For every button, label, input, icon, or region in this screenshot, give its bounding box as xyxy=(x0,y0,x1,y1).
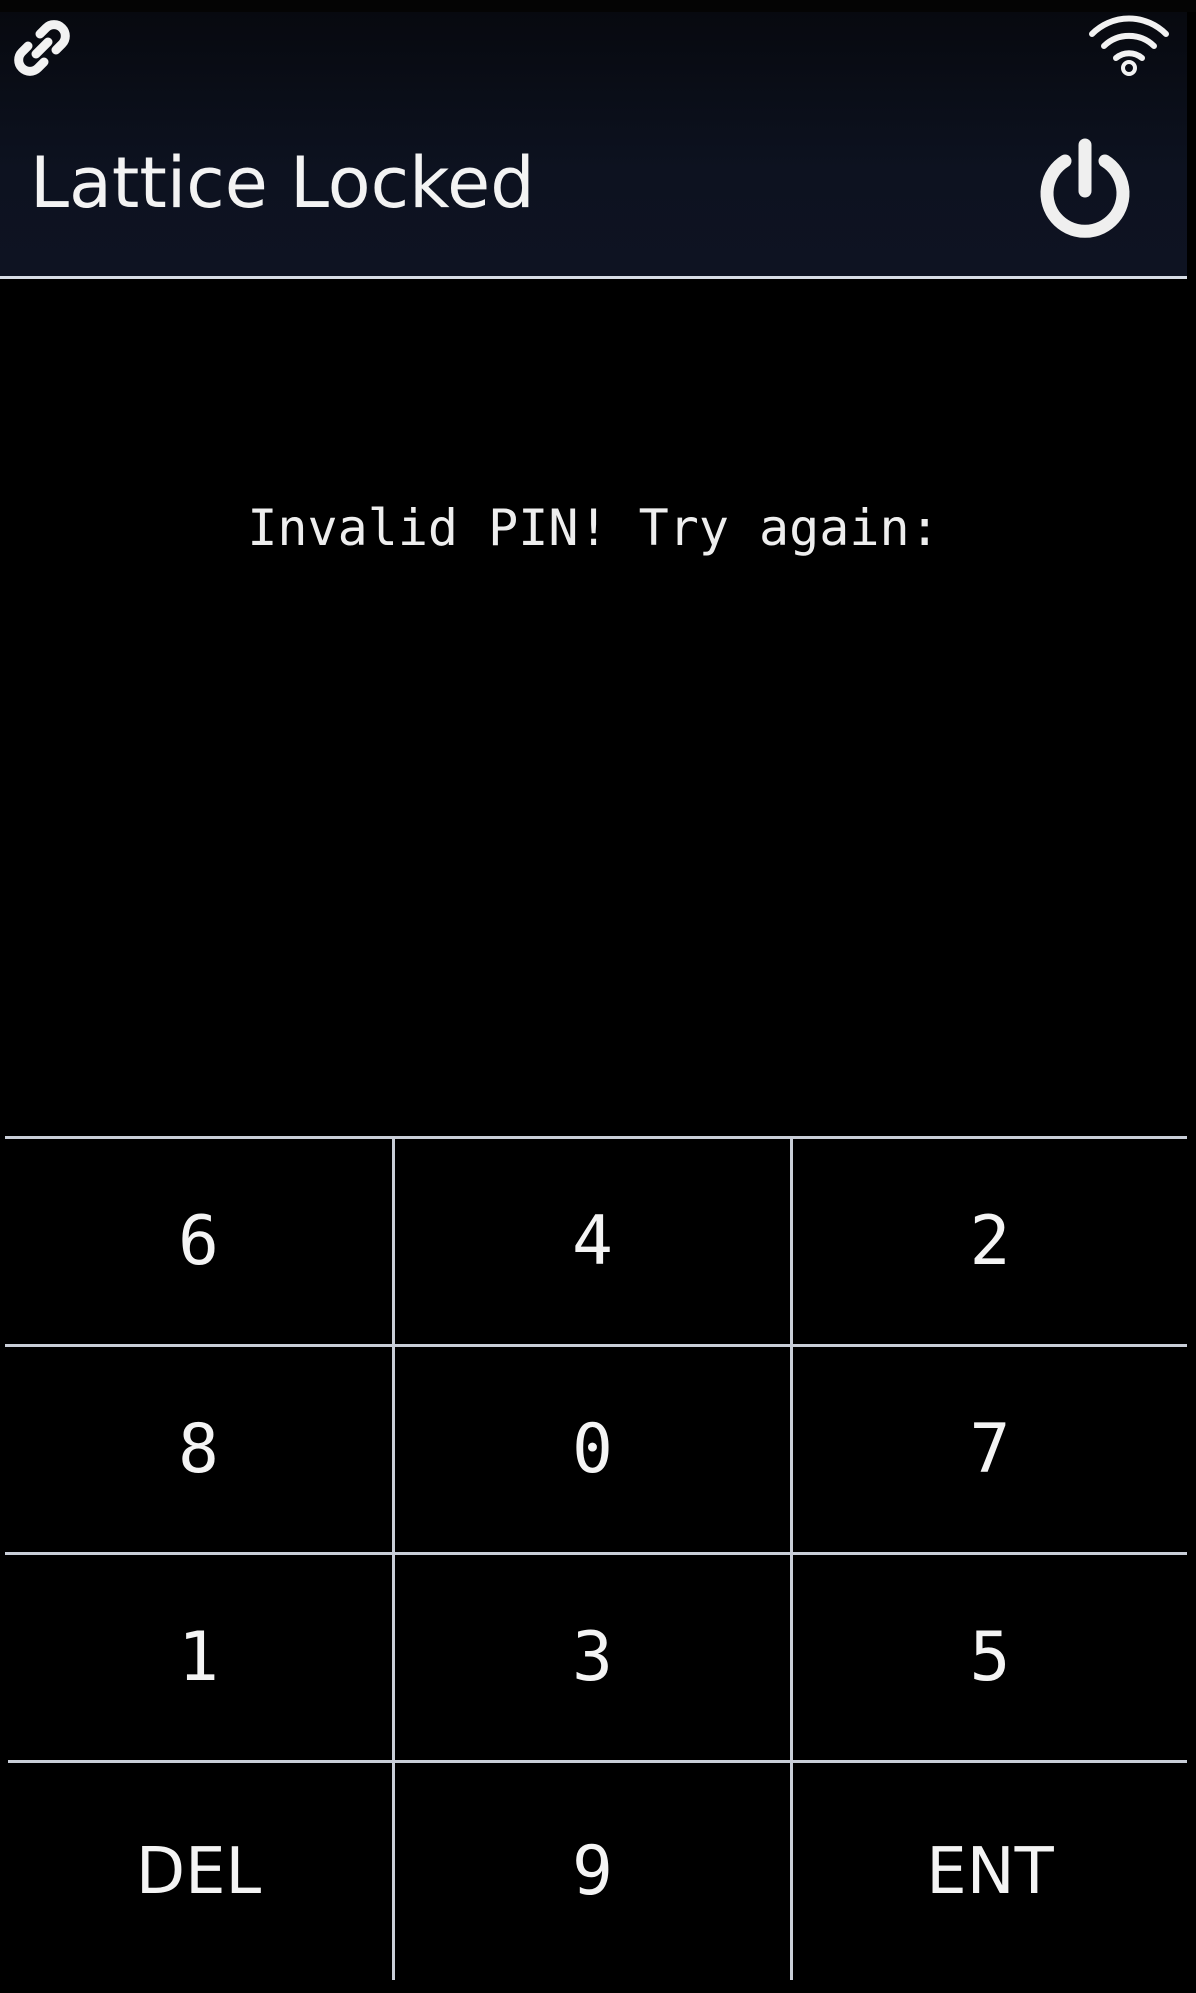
key-label: 6 xyxy=(178,1202,219,1281)
pin-status-message: Invalid PIN! Try again: xyxy=(247,499,940,557)
link-icon xyxy=(10,16,74,80)
delete-button[interactable]: DEL xyxy=(5,1763,392,1980)
pin-keypad: 6 4 2 8 0 7 1 3 5 DEL 9 ENT xyxy=(5,1136,1187,1980)
key-label: DEL xyxy=(135,1834,262,1909)
key-1[interactable]: 1 xyxy=(5,1555,392,1760)
key-5[interactable]: 5 xyxy=(793,1555,1187,1760)
key-label: 5 xyxy=(969,1618,1011,1697)
key-label: 9 xyxy=(572,1832,613,1911)
key-label: 1 xyxy=(178,1618,219,1697)
key-6[interactable]: 6 xyxy=(5,1139,392,1344)
header-divider xyxy=(0,276,1187,279)
key-7[interactable]: 7 xyxy=(793,1347,1187,1552)
enter-button[interactable]: ENT xyxy=(793,1763,1187,1980)
key-3[interactable]: 3 xyxy=(395,1555,790,1760)
key-label: 2 xyxy=(969,1202,1011,1281)
power-button[interactable] xyxy=(1032,135,1138,241)
key-4[interactable]: 4 xyxy=(395,1139,790,1344)
key-label: 4 xyxy=(572,1202,613,1281)
key-0[interactable]: 0 xyxy=(395,1347,790,1552)
top-bezel xyxy=(0,0,1196,12)
key-label: 8 xyxy=(178,1410,219,1489)
key-label: 0 xyxy=(572,1410,613,1489)
key-label: 7 xyxy=(969,1410,1011,1489)
key-label: 3 xyxy=(572,1618,613,1697)
key-8[interactable]: 8 xyxy=(5,1347,392,1552)
page-title: Lattice Locked xyxy=(30,142,535,224)
key-9[interactable]: 9 xyxy=(395,1763,790,1980)
power-icon xyxy=(1040,138,1130,238)
key-label: ENT xyxy=(926,1834,1054,1909)
wifi-icon xyxy=(1086,10,1172,76)
lock-screen: Lattice Locked Invalid PIN! Try again: 6… xyxy=(0,0,1196,1993)
key-2[interactable]: 2 xyxy=(793,1139,1187,1344)
